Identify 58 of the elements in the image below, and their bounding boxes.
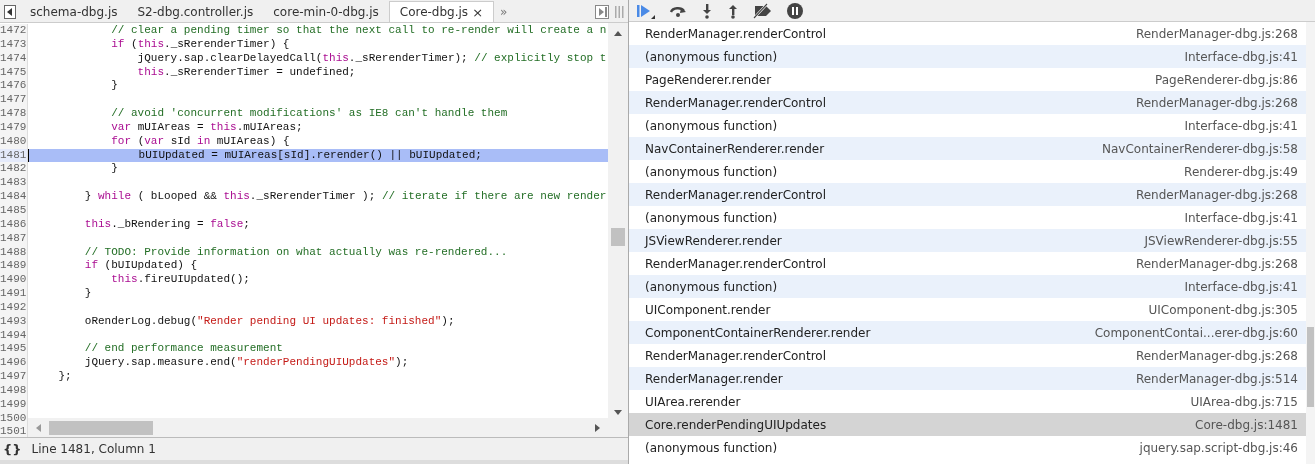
code-line: this._sRerenderTimer = undefined; <box>136 65 356 80</box>
line-number: 1490 <box>0 273 28 288</box>
call-frame[interactable]: Core.renderPendingUIUpdates Core-dbg.js:1481 <box>629 413 1306 436</box>
pause-icon[interactable] <box>786 1 804 20</box>
file-tab[interactable]: core-min-0-dbg.js <box>263 2 389 22</box>
line-number: 1495 <box>0 342 28 357</box>
deactivate-breakpoints-icon[interactable] <box>752 2 774 19</box>
call-frame[interactable]: (anonymous function) Interface-dbg.js:41 <box>629 275 1306 298</box>
code-line: this._bRendering = false; <box>83 217 250 232</box>
file-tab[interactable]: Core-dbg.js × <box>388 1 495 22</box>
line-number: 1483 <box>0 176 28 191</box>
code-line: // avoid 'concurrent modifications' as IE8 can't handle them <box>110 107 508 121</box>
file-tab[interactable]: S2-dbg.controller.js <box>127 2 264 22</box>
line-number: 1476 <box>0 79 28 94</box>
code-line: }; <box>57 370 72 384</box>
code-line: oRenderLog.debug("Render pending UI updates: finished"); <box>83 314 455 329</box>
line-number: 1478 <box>0 107 28 121</box>
code-line: for (var sId in mUIAreas) { <box>110 134 290 149</box>
call-frame[interactable]: RenderManager.render RenderManager-dbg.js:514 <box>629 367 1306 390</box>
vertical-scrollbar[interactable] <box>1306 22 1315 464</box>
code-line: // end performance measurement <box>83 342 283 357</box>
call-frame[interactable]: ComponentContainerRenderer.render ComponentContai...erer-dbg.js:60 <box>629 321 1306 344</box>
line-number: 1484 <box>0 190 28 204</box>
cursor-position: Line 1481, Column 1 <box>31 442 156 456</box>
file-tab[interactable]: schema-dbg.js <box>20 2 128 22</box>
code-line: jQuery.sap.clearDelayedCall(this._sRerenderTimer); // explicitly stop t <box>136 51 607 66</box>
code-line: } <box>110 79 118 94</box>
call-frame[interactable]: NavContainerRenderer.render NavContainerRenderer-dbg.js:58 <box>629 137 1306 160</box>
code-line: // TODO: Provide information on what actually was re-rendered... <box>83 245 508 260</box>
vertical-scrollbar[interactable] <box>608 23 628 437</box>
horizontal-scrollbar[interactable] <box>28 418 608 437</box>
code-line: jQuery.sap.measure.end("renderPendingUIUpdates"); <box>83 356 409 371</box>
code-line: // clear a pending timer so that the next call to re-render will create a n <box>110 24 607 38</box>
code-line: } <box>83 287 92 301</box>
line-number: 1472 <box>0 24 28 38</box>
line-number: 1501 <box>0 425 28 437</box>
code-line: if (bUIUpdated) { <box>83 259 198 274</box>
code-line: bUIUpdated = mUIAreas[sId].rerender() || bUIUpdated; <box>28 148 482 163</box>
code-line: var mUIAreas = this.mUIAreas; <box>110 120 303 135</box>
line-number: 1482 <box>0 162 28 177</box>
call-frame[interactable]: JSViewRenderer.render JSViewRenderer-dbg.js:55 <box>629 229 1306 252</box>
line-number: 1497 <box>0 370 28 384</box>
code-line: } while ( bLooped && this._sRerenderTimer ); // iterate if there are new render <box>83 190 607 204</box>
code-line: this.fireUIUpdated(); <box>110 273 250 288</box>
toggle-panel-icon[interactable] <box>595 5 609 19</box>
line-number: 1489 <box>0 259 28 274</box>
pretty-print-button[interactable]: {} <box>3 441 22 457</box>
line-number: 1496 <box>0 356 28 371</box>
call-frame[interactable]: RenderManager.renderControl RenderManager-dbg.js:268 <box>629 183 1306 206</box>
call-frame[interactable]: (anonymous function) Interface-dbg.js:41 <box>629 45 1306 68</box>
code-line: if (this._sRerenderTimer) { <box>110 37 290 52</box>
close-icon[interactable]: × <box>472 4 484 20</box>
code-line: } <box>110 162 118 177</box>
grip-icon[interactable] <box>614 5 624 19</box>
line-number: 1477 <box>0 93 28 108</box>
call-frame[interactable]: RenderManager.renderControl RenderManager-dbg.js:268 <box>629 91 1306 114</box>
more-tabs-button[interactable]: » <box>494 5 514 22</box>
line-number: 1491 <box>0 287 28 301</box>
